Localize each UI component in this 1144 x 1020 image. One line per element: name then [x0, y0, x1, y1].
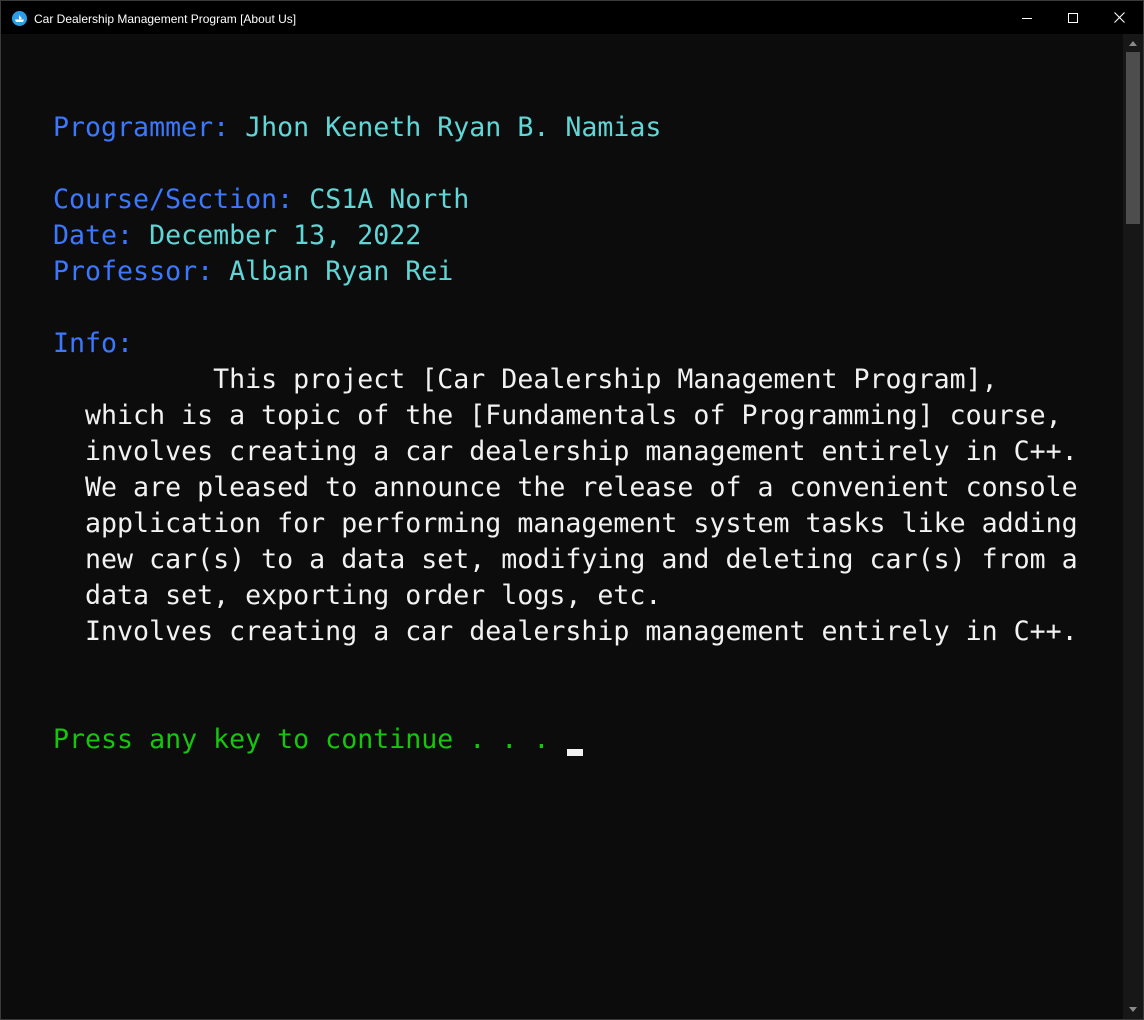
date-line: Date: December 13, 2022	[53, 218, 421, 254]
info-line: Info:	[53, 326, 133, 362]
title-bar[interactable]: Car Dealership Management Program [About…	[1, 1, 1143, 34]
scroll-down-arrow-icon	[1129, 1006, 1137, 1012]
info-text-line: This project [Car Dealership Management …	[53, 364, 998, 395]
course-value: CS1A North	[309, 184, 470, 215]
console-app-icon	[12, 11, 27, 26]
window-title: Car Dealership Management Program [About…	[34, 12, 297, 26]
date-label: Date:	[53, 220, 134, 251]
info-text-line: Involves creating a car dealership manag…	[53, 616, 1078, 647]
vertical-scrollbar[interactable]	[1123, 34, 1143, 1019]
close-button[interactable]	[1096, 1, 1142, 34]
close-icon	[1113, 12, 1125, 23]
info-text-line: We are pleased to announce the release o…	[53, 472, 1078, 503]
info-text-line: involves creating a car dealership manag…	[53, 436, 1078, 467]
minimize-icon	[1022, 17, 1032, 19]
programmer-label: Programmer:	[53, 112, 230, 143]
info-label: Info:	[53, 328, 134, 359]
text-cursor	[567, 749, 584, 756]
scroll-up-button[interactable]	[1123, 35, 1143, 51]
scroll-down-button[interactable]	[1123, 1001, 1143, 1017]
scroll-up-arrow-icon	[1129, 40, 1137, 46]
console-window: Car Dealership Management Program [About…	[0, 0, 1144, 1020]
info-text-line: data set, exporting order logs, etc.	[53, 580, 662, 611]
professor-label: Professor:	[53, 256, 214, 287]
maximize-icon	[1068, 12, 1078, 23]
prompt-line: Press any key to continue . . .	[53, 722, 584, 758]
programmer-value: Jhon Keneth Ryan B. Namias	[245, 112, 662, 143]
professor-line: Professor: Alban Ryan Rei	[53, 254, 453, 290]
maximize-button[interactable]	[1050, 1, 1096, 34]
info-text-line: new car(s) to a data set, modifying and …	[53, 544, 1078, 575]
console-output[interactable]: Programmer: Jhon Keneth Ryan B. Namias C…	[1, 34, 1123, 1019]
professor-value: Alban Ryan Rei	[229, 256, 454, 287]
course-line: Course/Section: CS1A North	[53, 182, 469, 218]
course-label: Course/Section:	[53, 184, 294, 215]
scroll-thumb[interactable]	[1126, 52, 1140, 224]
info-text-line: application for performing management sy…	[53, 508, 1078, 539]
date-value: December 13, 2022	[149, 220, 422, 251]
continue-prompt: Press any key to continue . . .	[53, 724, 566, 755]
programmer-line: Programmer: Jhon Keneth Ryan B. Namias	[53, 110, 661, 146]
info-text-line: which is a topic of the [Fundamentals of…	[53, 400, 1062, 431]
minimize-button[interactable]	[1004, 1, 1050, 34]
